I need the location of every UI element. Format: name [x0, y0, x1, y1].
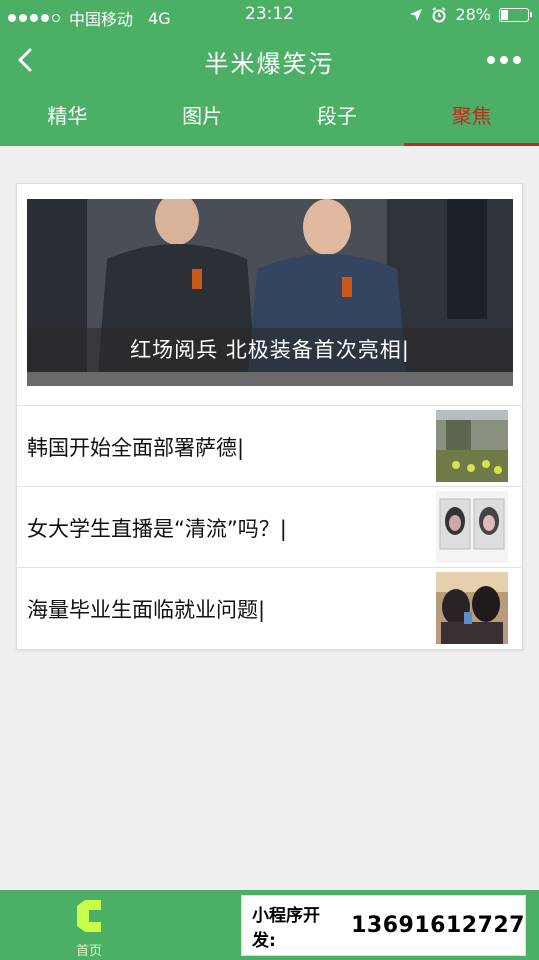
article-item[interactable]: 海量毕业生面临就业问题|: [17, 567, 522, 648]
home-logo-icon: [77, 900, 101, 932]
banner-caption: 红场阅兵 北极装备首次亮相|: [27, 328, 513, 372]
battery-percent: 28%: [455, 5, 491, 24]
status-bar: 中国移动 4G 23:12 28%: [0, 0, 539, 30]
article-thumbnail: [436, 572, 508, 644]
featured-banner[interactable]: 红场阅兵 北极装备首次亮相|: [27, 199, 513, 386]
tab-jujiao[interactable]: 聚焦: [404, 90, 539, 146]
location-arrow-icon: [410, 8, 423, 21]
promo-banner: 小程序开发: 13691612727: [241, 895, 526, 956]
article-item[interactable]: 女大学生直播是“清流”吗？|: [17, 486, 522, 567]
banner-footer-strip: [27, 372, 513, 386]
article-title: 韩国开始全面部署萨德|: [27, 436, 245, 460]
promo-phone: 13691612727: [351, 913, 525, 938]
navigation-bar: 半米爆笑污: [0, 30, 539, 90]
article-title: 海量毕业生面临就业问题|: [27, 598, 266, 622]
article-thumbnail: [436, 491, 508, 563]
article-title: 女大学生直播是“清流”吗？|: [27, 517, 287, 541]
tab-duanzi[interactable]: 段子: [270, 90, 405, 146]
article-item[interactable]: 韩国开始全面部署萨德|: [17, 405, 522, 486]
tab-tupian[interactable]: 图片: [135, 90, 270, 146]
battery-icon: [499, 7, 532, 22]
promo-label: 小程序开发:: [252, 905, 320, 951]
alarm-clock-icon: [432, 6, 446, 22]
page-title: 半米爆笑污: [204, 50, 335, 78]
article-thumbnail: [436, 410, 508, 482]
tab-home[interactable]: 首页: [64, 898, 114, 959]
news-card: 红场阅兵 北极装备首次亮相| 韩国开始全面部署萨德| 女大学生直播是“清流”吗？…: [16, 183, 523, 650]
category-tabs: 精华 图片 段子 聚焦: [0, 90, 539, 146]
tab-jinghua[interactable]: 精华: [0, 90, 135, 146]
more-options-icon[interactable]: [487, 56, 521, 64]
tab-home-label: 首页: [75, 944, 102, 959]
